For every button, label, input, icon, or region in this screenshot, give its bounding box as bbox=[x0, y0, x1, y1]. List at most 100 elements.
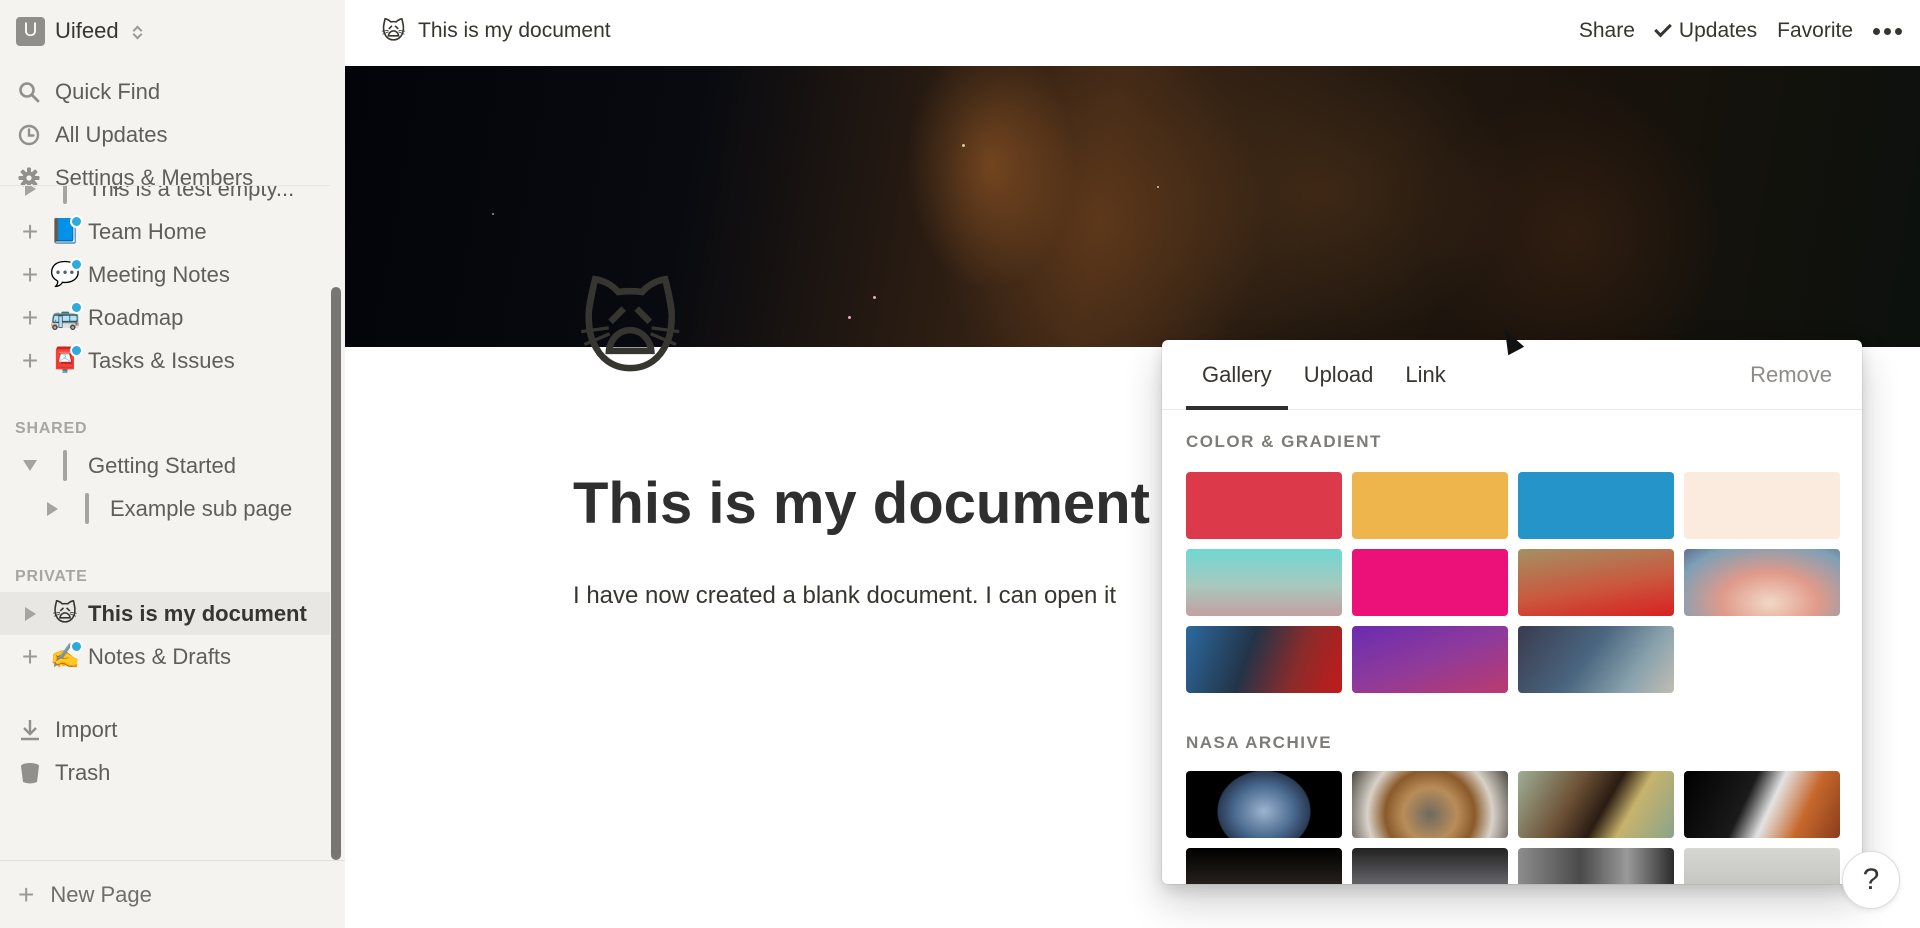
expand-toggle[interactable] bbox=[16, 186, 44, 196]
cover-option-solid-red[interactable] bbox=[1186, 472, 1342, 539]
sidebar-page-label: Tasks & Issues bbox=[88, 347, 235, 373]
cover-option-gradient-olive-red[interactable] bbox=[1518, 549, 1674, 616]
sidebar-page-meeting-notes[interactable]: + 💬 Meeting Notes bbox=[0, 253, 330, 296]
cover-option-solid-cream[interactable] bbox=[1684, 472, 1840, 539]
clock-icon bbox=[17, 123, 41, 147]
sidebar-item-import[interactable]: Import bbox=[0, 708, 330, 751]
new-page-label: New Page bbox=[50, 881, 152, 907]
sidebar-page-team-home[interactable]: + 📘 Team Home bbox=[0, 210, 330, 253]
sidebar-page-example-sub-page[interactable]: Example sub page bbox=[0, 487, 330, 530]
plus-icon: + bbox=[18, 878, 35, 910]
chevron-updown-icon bbox=[131, 21, 145, 41]
sidebar-page-label: This is a test empty... bbox=[88, 185, 295, 201]
sidebar-item-all-updates[interactable]: All Updates bbox=[0, 113, 345, 156]
triangle-right-icon bbox=[24, 606, 36, 621]
sidebar-page-test-empty[interactable]: This is a test empty... bbox=[0, 185, 330, 210]
sidebar-page-label: Team Home bbox=[88, 218, 207, 244]
sidebar-page-label: Getting Started bbox=[88, 452, 236, 478]
sidebar-page-label: Meeting Notes bbox=[88, 261, 230, 287]
triangle-right-icon bbox=[46, 501, 58, 516]
plus-icon: + bbox=[21, 258, 39, 290]
more-options-icon[interactable] bbox=[1873, 27, 1902, 35]
topbar-actions: Share Updates Favorite bbox=[1579, 19, 1902, 43]
search-icon bbox=[17, 80, 41, 104]
topbar: 🙀 This is my document Share Updates Favo… bbox=[345, 0, 1920, 62]
add-subpage-button[interactable]: + bbox=[16, 346, 44, 375]
sidebar-page-label: Roadmap bbox=[88, 304, 184, 330]
tab-gallery[interactable]: Gallery bbox=[1186, 340, 1288, 410]
scream-cat-emoji-icon: 🙀 bbox=[381, 17, 407, 45]
new-page-button[interactable]: + New Page bbox=[0, 860, 345, 928]
page-title[interactable]: This is my document bbox=[573, 470, 1150, 537]
sidebar-page-roadmap[interactable]: + 🚌 Roadmap bbox=[0, 296, 330, 339]
checkmark-icon bbox=[1654, 19, 1672, 38]
cover-option-solid-pink[interactable] bbox=[1352, 549, 1508, 616]
update-badge bbox=[70, 300, 83, 314]
triangle-down-icon bbox=[23, 460, 37, 471]
sidebar-page-getting-started[interactable]: Getting Started bbox=[0, 444, 330, 487]
sidebar-page-notes-drafts[interactable]: + ✍️ Notes & Drafts bbox=[0, 635, 330, 678]
plus-icon: + bbox=[21, 215, 39, 247]
cover-option-wright-flyer[interactable] bbox=[1684, 848, 1840, 884]
sidebar-scrollbar[interactable] bbox=[331, 287, 341, 860]
trash-icon bbox=[19, 761, 41, 785]
sidebar-item-label: All Updates bbox=[55, 121, 168, 147]
workspace-switcher[interactable]: U Uifeed bbox=[16, 16, 145, 46]
sidebar: U Uifeed Quick Find All Updates Settings… bbox=[0, 0, 345, 928]
cover-option-earth-from-space[interactable] bbox=[1186, 771, 1342, 838]
page-icon bbox=[50, 186, 80, 204]
workspace-name: Uifeed bbox=[55, 18, 119, 43]
add-subpage-button[interactable]: + bbox=[16, 258, 44, 290]
add-subpage-button[interactable]: + bbox=[16, 303, 44, 332]
cover-option-gradient-dusk[interactable] bbox=[1684, 549, 1840, 616]
remove-cover-button[interactable]: Remove bbox=[1750, 340, 1832, 409]
speech-bubble-emoji-icon: 💬 bbox=[50, 257, 83, 290]
update-badge bbox=[70, 343, 83, 357]
cover-option-lunar-module[interactable] bbox=[1186, 848, 1342, 884]
tab-upload[interactable]: Upload bbox=[1288, 340, 1390, 409]
plus-icon: + bbox=[21, 640, 39, 672]
updates-label: Updates bbox=[1678, 19, 1758, 42]
cover-option-gradient-slate[interactable] bbox=[1518, 626, 1674, 693]
share-button[interactable]: Share bbox=[1579, 19, 1635, 43]
triangle-right-icon bbox=[24, 186, 36, 196]
cover-option-gradient-teal[interactable] bbox=[1186, 549, 1342, 616]
bus-emoji-icon: 🚌 bbox=[50, 300, 83, 333]
add-subpage-button[interactable]: + bbox=[16, 640, 44, 672]
section-label-private: PRIVATE bbox=[15, 568, 88, 585]
updates-button[interactable]: Updates bbox=[1654, 19, 1758, 43]
tab-link[interactable]: Link bbox=[1389, 340, 1461, 409]
cover-option-rocket-engine-bay[interactable] bbox=[1352, 771, 1508, 838]
cover-option-mission-control[interactable] bbox=[1518, 848, 1674, 884]
page-icon-emoji[interactable]: 🙀 bbox=[578, 280, 682, 380]
sidebar-nav: Quick Find All Updates Settings & Member… bbox=[0, 70, 345, 199]
cover-option-spacecraft-frame[interactable] bbox=[1518, 771, 1674, 838]
favorite-button[interactable]: Favorite bbox=[1777, 19, 1853, 43]
help-button[interactable]: ? bbox=[1842, 851, 1900, 909]
nasa-image-grid bbox=[1186, 771, 1840, 884]
cover-option-gradient-blue-red[interactable] bbox=[1186, 626, 1342, 693]
expand-toggle[interactable] bbox=[16, 606, 44, 621]
collapse-toggle[interactable] bbox=[16, 460, 44, 471]
sidebar-item-trash[interactable]: Trash bbox=[0, 751, 330, 794]
sidebar-item-quick-find[interactable]: Quick Find bbox=[0, 70, 345, 113]
cover-option-solid-blue[interactable] bbox=[1518, 472, 1674, 539]
sidebar-page-label: Example sub page bbox=[110, 495, 293, 521]
mailbox-emoji-icon: 📮 bbox=[50, 343, 83, 376]
sidebar-item-label: Trash bbox=[55, 759, 111, 785]
section-label-color-gradient: COLOR & GRADIENT bbox=[1186, 432, 1382, 451]
cover-option-solid-yellow[interactable] bbox=[1352, 472, 1508, 539]
color-swatch-grid bbox=[1186, 472, 1840, 693]
page-body-text[interactable]: I have now created a blank document. I c… bbox=[573, 582, 1116, 610]
workspace-avatar: U bbox=[16, 16, 45, 46]
cover-option-astronaut-spacewalk[interactable] bbox=[1684, 771, 1840, 838]
breadcrumb[interactable]: 🙀 This is my document bbox=[381, 17, 611, 46]
expand-toggle[interactable] bbox=[38, 501, 66, 516]
cover-option-gradient-purple[interactable] bbox=[1352, 626, 1508, 693]
scream-cat-emoji-icon: 🙀 bbox=[52, 599, 78, 627]
sidebar-page-tasks-issues[interactable]: + 📮 Tasks & Issues bbox=[0, 339, 330, 382]
add-subpage-button[interactable]: + bbox=[16, 215, 44, 247]
sidebar-page-this-is-my-document[interactable]: 🙀 This is my document bbox=[0, 592, 330, 635]
book-emoji-icon: 📘 bbox=[50, 214, 83, 247]
cover-option-moon-surface-astronaut[interactable] bbox=[1352, 848, 1508, 884]
